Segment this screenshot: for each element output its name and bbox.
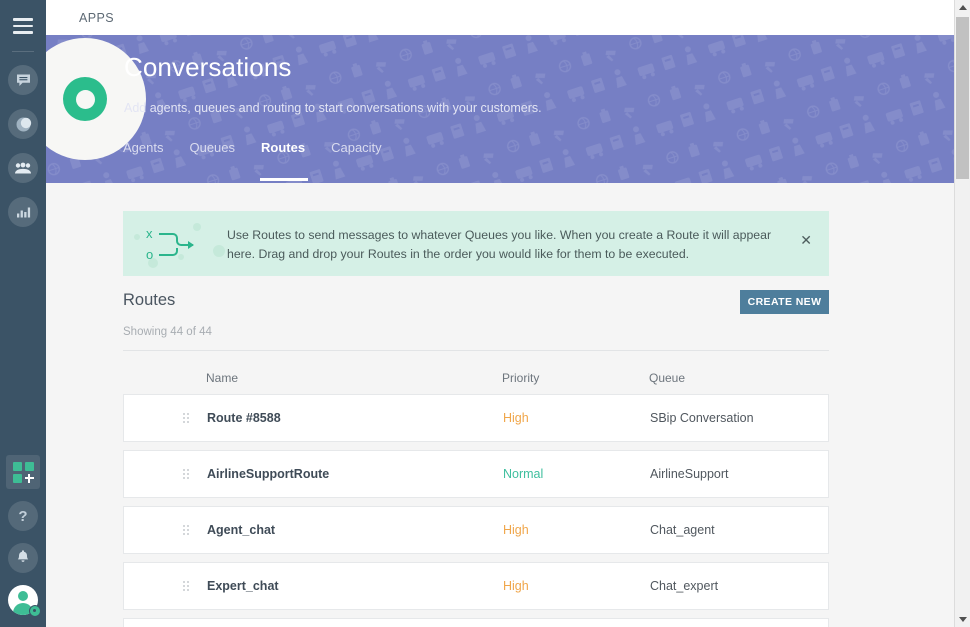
- table-row[interactable]: AirlineSupportRoute Normal AirlineSuppor…: [123, 450, 829, 498]
- sidebar-item-help[interactable]: ?: [8, 501, 38, 531]
- table-row[interactable]: Route #8588 High SBip Conversation: [123, 394, 829, 442]
- sidebar-item-account[interactable]: [8, 585, 38, 615]
- table-row[interactable]: Agent_chat High Chat_agent: [123, 506, 829, 554]
- help-question-icon: ?: [18, 508, 27, 525]
- info-banner: x o Use Routes to send messages to whate…: [123, 211, 829, 276]
- table-row[interactable]: [123, 618, 829, 627]
- scrollbar-down-button[interactable]: [955, 612, 970, 627]
- tab-queues[interactable]: Queues: [189, 140, 252, 155]
- main-content: x o Use Routes to send messages to whate…: [46, 183, 954, 627]
- route-name: AirlineSupportRoute: [207, 467, 329, 481]
- column-header-queue: Queue: [649, 371, 685, 385]
- showing-count: Showing 44 of 44: [123, 326, 212, 338]
- sidebar-item-analytics[interactable]: [8, 197, 38, 227]
- left-sidebar: ?: [0, 0, 46, 627]
- column-header-name: Name: [206, 371, 238, 385]
- section-title: Routes: [123, 291, 175, 310]
- sidebar-item-contacts[interactable]: [8, 153, 38, 183]
- sidebar-item-notifications[interactable]: [8, 543, 38, 573]
- route-queue: SBip Conversation: [650, 411, 754, 425]
- route-queue: Chat_agent: [650, 523, 715, 537]
- chevron-up-icon: [959, 5, 967, 10]
- hamburger-menu-icon[interactable]: [0, 8, 46, 44]
- app-root: ? APPS: [0, 0, 970, 627]
- drag-handle-icon[interactable]: [183, 525, 190, 535]
- banner-message: Use Routes to send messages to whatever …: [227, 226, 772, 264]
- apps-grid-add-icon: [13, 462, 34, 483]
- drag-handle-icon[interactable]: [183, 413, 190, 423]
- page-hero-header: Conversations Add agents, queues and rou…: [46, 35, 954, 183]
- scrollbar-up-button[interactable]: [955, 0, 970, 15]
- green-ring-logo: [63, 77, 107, 121]
- svg-text:o: o: [146, 247, 153, 262]
- apps-breadcrumb[interactable]: APPS: [79, 11, 114, 25]
- route-queue: Chat_expert: [650, 579, 718, 593]
- table-divider: [123, 350, 829, 351]
- top-bar: APPS: [46, 0, 954, 35]
- route-name: Agent_chat: [207, 523, 275, 537]
- route-branching-icon: x o: [146, 225, 208, 265]
- route-priority: High: [503, 411, 529, 425]
- column-header-priority: Priority: [502, 371, 539, 385]
- people-group-icon: [14, 160, 32, 177]
- page-title: Conversations: [124, 52, 292, 83]
- page-subtitle: Add agents, queues and routing to start …: [124, 101, 542, 115]
- eclipse-moon-icon: [15, 116, 32, 133]
- route-queue: AirlineSupport: [650, 467, 729, 481]
- routes-table: Route #8588 High SBip Conversation Airli…: [123, 394, 829, 627]
- chevron-down-icon: [959, 617, 967, 622]
- notification-bell-icon: [16, 549, 30, 568]
- sidebar-divider: [12, 51, 34, 52]
- close-icon[interactable]: ✕: [800, 233, 812, 247]
- route-priority: High: [503, 523, 529, 537]
- route-priority: Normal: [503, 467, 543, 481]
- tab-capacity[interactable]: Capacity: [331, 140, 399, 155]
- drag-handle-icon[interactable]: [183, 469, 190, 479]
- route-name: Expert_chat: [207, 579, 279, 593]
- bar-chart-icon: [15, 204, 31, 220]
- scrollbar-thumb[interactable]: [956, 17, 969, 179]
- route-name: Route #8588: [207, 411, 281, 425]
- sidebar-item-chat[interactable]: [8, 65, 38, 95]
- sidebar-item-apps[interactable]: [6, 455, 40, 489]
- chat-bubble-icon: [15, 72, 32, 89]
- drag-handle-icon[interactable]: [183, 581, 190, 591]
- create-new-button[interactable]: CREATE NEW: [740, 290, 829, 314]
- sidebar-item-engage[interactable]: [8, 109, 38, 139]
- tab-routes[interactable]: Routes: [261, 140, 322, 155]
- table-row[interactable]: Expert_chat High Chat_expert: [123, 562, 829, 610]
- hero-tab-bar: Agents Queues Routes Capacity: [123, 140, 408, 155]
- svg-text:x: x: [146, 226, 153, 241]
- page-scrollbar[interactable]: [954, 0, 970, 627]
- tab-agents[interactable]: Agents: [123, 140, 180, 155]
- route-priority: High: [503, 579, 529, 593]
- gear-icon: [29, 605, 41, 617]
